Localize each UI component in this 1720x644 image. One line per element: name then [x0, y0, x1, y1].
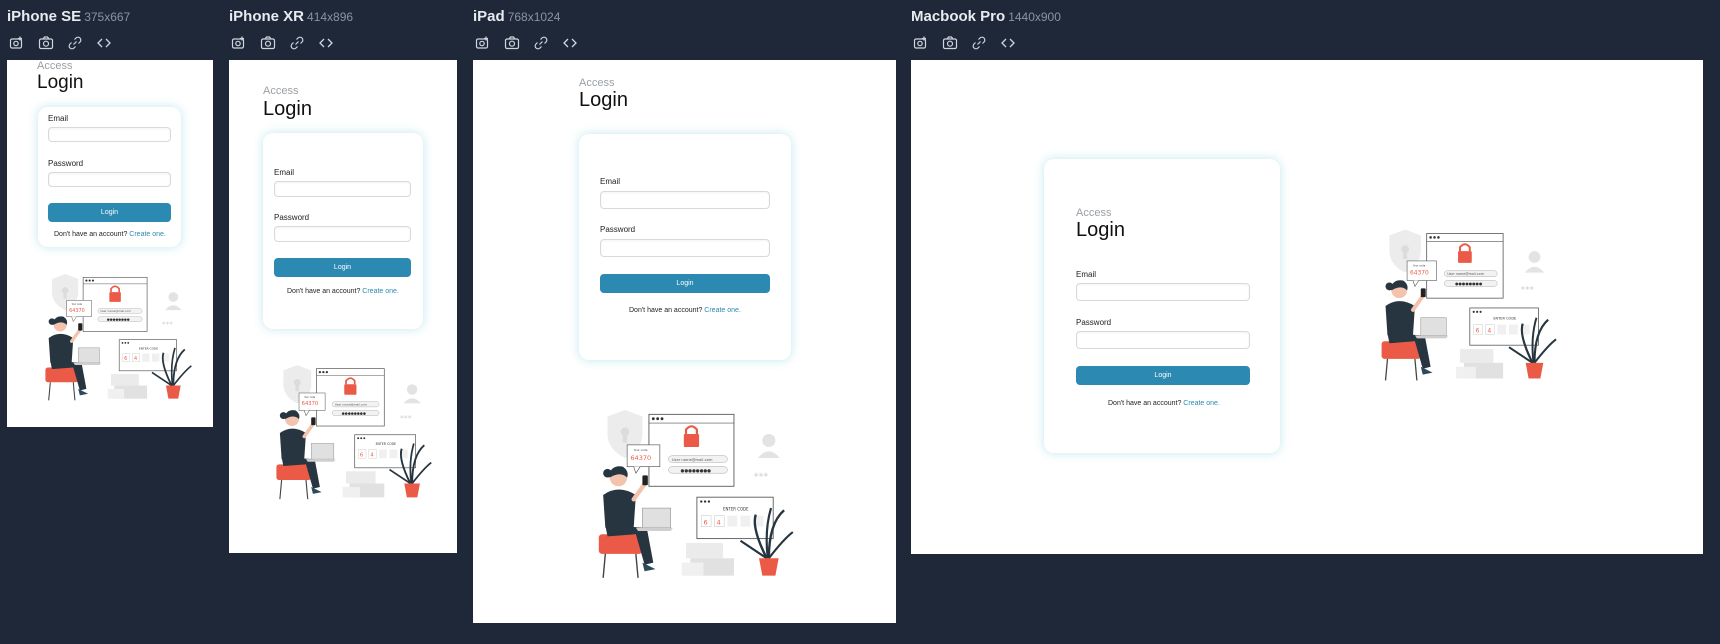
camera-plus-icon[interactable] — [7, 34, 27, 52]
device-size: 375x667 — [84, 10, 131, 24]
eyebrow-text: Access — [1076, 207, 1112, 219]
login-card: Email Password Login Don't have an accou… — [263, 133, 423, 329]
email-field[interactable] — [274, 181, 411, 197]
device-screen: Access Login Email Password Login Don't … — [229, 60, 457, 553]
device-toolbar — [229, 34, 336, 52]
code-icon[interactable] — [94, 34, 114, 52]
password-field[interactable] — [600, 239, 770, 257]
login-card: Email Password Login Don't have an accou… — [579, 134, 791, 360]
camera-icon[interactable] — [36, 34, 56, 52]
eyebrow-text: Access — [263, 85, 299, 97]
link-icon[interactable] — [287, 34, 307, 52]
code-icon[interactable] — [998, 34, 1018, 52]
code-icon[interactable] — [560, 34, 580, 52]
signup-prompt-text: Don't have an account? — [629, 307, 703, 314]
signup-prompt: Don't have an account? Create one. — [1108, 400, 1220, 407]
device-toolbar — [7, 34, 114, 52]
email-label: Email — [1076, 270, 1097, 279]
login-button[interactable]: Login — [48, 203, 171, 222]
device-header: iPad 768x1024 — [473, 8, 560, 26]
eyebrow-text: Access — [37, 60, 73, 72]
create-account-link[interactable]: Create one. — [129, 231, 166, 238]
device-name: iPhone XR — [229, 8, 305, 25]
login-illustration — [259, 347, 433, 519]
page-title: Login — [37, 72, 84, 93]
camera-icon[interactable] — [940, 34, 960, 52]
login-button[interactable]: Login — [274, 258, 411, 277]
password-label: Password — [274, 213, 310, 222]
create-account-link[interactable]: Create one. — [1183, 400, 1220, 407]
link-icon[interactable] — [969, 34, 989, 52]
device-header: iPhone XR 414x896 — [229, 8, 353, 26]
email-field[interactable] — [600, 191, 770, 209]
camera-icon[interactable] — [258, 34, 278, 52]
device-screen: Access Login Email Password Login Don't … — [473, 60, 896, 623]
page-title: Login — [1076, 219, 1125, 241]
camera-plus-icon[interactable] — [911, 34, 931, 52]
device-screen: Access Login Email Password Login Don't … — [911, 60, 1703, 554]
email-field[interactable] — [1076, 283, 1250, 301]
signup-prompt-text: Don't have an account? — [287, 288, 361, 295]
device-name: iPad — [473, 8, 505, 25]
login-card: Email Password Login Don't have an accou… — [38, 107, 181, 247]
password-label: Password — [48, 159, 84, 168]
login-button[interactable]: Login — [600, 274, 770, 293]
create-account-link[interactable]: Create one. — [362, 288, 399, 295]
link-icon[interactable] — [531, 34, 551, 52]
password-field[interactable] — [1076, 331, 1250, 349]
eyebrow-text: Access — [579, 77, 615, 89]
camera-plus-icon[interactable] — [229, 34, 249, 52]
device-toolbar — [473, 34, 580, 52]
camera-icon[interactable] — [502, 34, 522, 52]
signup-prompt: Don't have an account? Create one. — [287, 288, 399, 295]
password-field[interactable] — [48, 172, 171, 187]
device-name: iPhone SE — [7, 8, 82, 25]
login-illustration — [29, 258, 193, 418]
email-label: Email — [600, 177, 621, 186]
camera-plus-icon[interactable] — [473, 34, 493, 52]
signup-prompt: Don't have an account? Create one. — [629, 307, 741, 314]
link-icon[interactable] — [65, 34, 85, 52]
login-illustration — [1362, 211, 1558, 401]
device-size: 1440x900 — [1008, 10, 1061, 24]
device-header: Macbook Pro 1440x900 — [911, 8, 1061, 26]
device-size: 414x896 — [307, 10, 354, 24]
password-label: Password — [1076, 318, 1112, 327]
device-header: iPhone SE 375x667 — [7, 8, 130, 26]
email-label: Email — [274, 168, 295, 177]
device-screen: Access Login Email Password Login Don't … — [7, 60, 213, 427]
device-size: 768x1024 — [507, 10, 561, 24]
password-field[interactable] — [274, 226, 411, 242]
code-icon[interactable] — [316, 34, 336, 52]
create-account-link[interactable]: Create one. — [704, 307, 741, 314]
page-title: Login — [579, 89, 628, 111]
login-card: Access Login Email Password Login Don't … — [1044, 159, 1280, 453]
login-illustration — [577, 386, 795, 604]
email-field[interactable] — [48, 127, 171, 142]
device-toolbar — [911, 34, 1018, 52]
login-button[interactable]: Login — [1076, 366, 1250, 385]
signup-prompt: Don't have an account? Create one. — [54, 231, 166, 238]
signup-prompt-text: Don't have an account? — [1108, 400, 1182, 407]
password-label: Password — [600, 225, 636, 234]
email-label: Email — [48, 114, 69, 123]
page-title: Login — [263, 98, 312, 120]
device-name: Macbook Pro — [911, 8, 1006, 25]
signup-prompt-text: Don't have an account? — [54, 231, 128, 238]
